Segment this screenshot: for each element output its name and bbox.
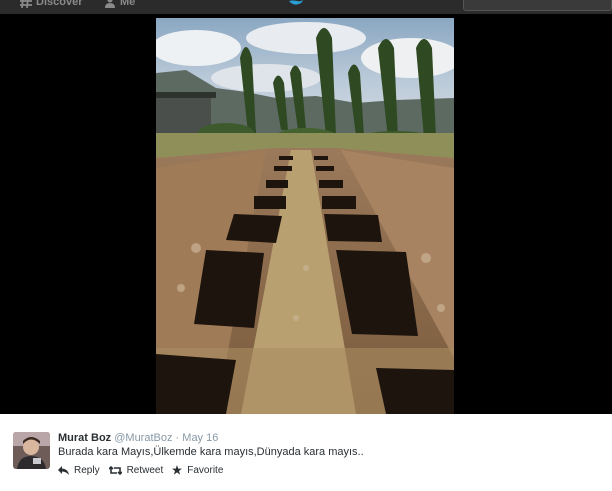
favorite-button[interactable]: Favorite	[172, 465, 223, 476]
retweet-button[interactable]: Retweet	[108, 464, 164, 476]
tweet-date[interactable]: May 16	[182, 432, 218, 444]
avatar[interactable]	[13, 432, 50, 469]
star-icon	[172, 465, 183, 475]
tweet-text: Burada kara Mayıs,Ülkemde kara mayıs,Dün…	[58, 446, 364, 458]
nav-discover-label: Discover	[36, 0, 83, 8]
reply-icon	[58, 465, 69, 475]
nav-me-label: Me	[120, 0, 136, 8]
reply-label: Reply	[74, 464, 100, 476]
tweet-header: Murat Boz @MuratBoz · May 16	[58, 431, 218, 445]
user-handle[interactable]: @MuratBoz	[114, 432, 172, 444]
user-name[interactable]: Murat Boz	[58, 432, 111, 444]
nav-me[interactable]: Me	[104, 0, 135, 8]
top-navigation-bar: Discover Me	[0, 0, 612, 15]
retweet-icon	[108, 465, 122, 475]
date-separator: ·	[175, 432, 180, 444]
nav-discover[interactable]: Discover	[20, 0, 82, 8]
tweet-photo[interactable]	[156, 18, 454, 414]
person-icon	[105, 0, 115, 8]
favorite-label: Favorite	[187, 464, 224, 476]
twitter-bird-icon[interactable]	[289, 0, 303, 6]
search-input[interactable]	[463, 0, 612, 11]
reply-button[interactable]: Reply	[58, 465, 100, 476]
retweet-label: Retweet	[126, 464, 164, 476]
media-viewer	[0, 14, 612, 414]
hashtag-icon	[20, 0, 32, 8]
tweet-card: Murat Boz @MuratBoz · May 16 Burada kara…	[0, 414, 612, 491]
tweet-actions: Reply Retweet Favorite	[58, 463, 232, 477]
